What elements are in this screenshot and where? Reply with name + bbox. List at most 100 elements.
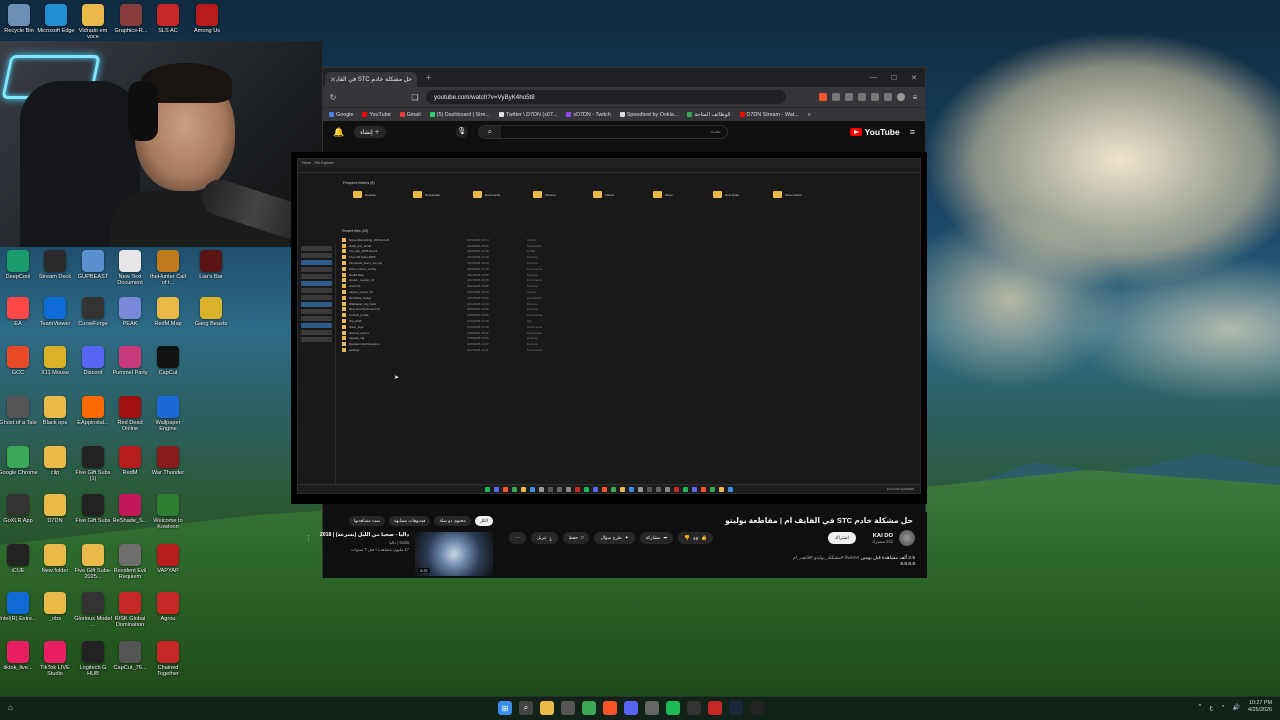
video-player[interactable]: Home - File Explorer Frequent folders (8…	[291, 152, 927, 504]
volume-icon[interactable]: 🔊	[1233, 704, 1240, 711]
desktop-shortcut[interactable]: Ghost of a Tale	[0, 396, 37, 426]
desktop-shortcut[interactable]: D7DN	[36, 494, 74, 524]
video-hashtags[interactable]: #fivem #مشكلة_بوليتو #فايف_ام	[793, 556, 859, 561]
desktop-shortcut[interactable]: TikTok LIVE Studio	[36, 641, 74, 677]
desktop-shortcut[interactable]: ReShade_S...	[111, 494, 149, 524]
share-button[interactable]: مشاركة ➦	[639, 532, 674, 544]
desktop-shortcut[interactable]: Discord	[74, 346, 112, 376]
explorer-nav-item[interactable]	[301, 309, 332, 314]
spotify-icon[interactable]	[666, 701, 680, 715]
desktop-shortcut[interactable]: Welcome to Kowloon	[149, 494, 187, 530]
desktop-shortcut[interactable]: Pummel Party	[111, 346, 149, 376]
desktop-shortcut[interactable]: TeamViewer	[36, 297, 74, 327]
quick-access-folder[interactable]: Documents	[473, 191, 503, 198]
recommendation-chip[interactable]: تمت مشاهدتها	[348, 516, 385, 526]
desktop-shortcut[interactable]: Stream Deck	[36, 250, 74, 280]
desktop-shortcut[interactable]: Graphics-R...	[112, 4, 150, 34]
explorer-nav-item[interactable]	[301, 295, 332, 300]
desktop-shortcut[interactable]: Logitech G HUB	[74, 641, 112, 677]
extension-icon[interactable]	[845, 92, 853, 101]
bookmark-item[interactable]: (5) Dashboard | Stre...	[429, 112, 490, 118]
profile-icon[interactable]	[897, 92, 905, 101]
explorer-nav-item[interactable]	[301, 330, 332, 335]
recommendation-title[interactable]: داليا - صحيا من الليل (بسرعة) | 2018	[319, 532, 409, 538]
desktop-shortcut[interactable]: Liar's Bar	[192, 250, 230, 280]
file-explorer-icon[interactable]	[540, 701, 554, 715]
download-button[interactable]: تنزيل ⤓	[530, 532, 558, 544]
more-actions-icon[interactable]: ⋯	[509, 532, 526, 544]
steam-icon[interactable]	[729, 701, 743, 715]
tray-chevron-icon[interactable]: ^	[1198, 704, 1201, 710]
desktop-shortcut[interactable]: clip	[36, 446, 74, 476]
desktop-shortcut[interactable]: DeepCool	[0, 250, 37, 280]
extension-icon[interactable]	[884, 92, 892, 101]
youtube-logo[interactable]: YouTube	[849, 127, 900, 137]
desktop-shortcut[interactable]: GCC	[0, 346, 37, 376]
app-icon[interactable]	[645, 701, 659, 715]
desktop-shortcut[interactable]: X11 Mouse	[36, 346, 74, 376]
desktop-shortcut[interactable]: CurseForge	[74, 297, 112, 327]
recommendation-chip[interactable]: محتوى ذو صلة	[434, 516, 471, 526]
desktop-shortcut[interactable]: New folder	[36, 544, 74, 574]
explorer-nav-item[interactable]	[301, 337, 332, 342]
close-window-icon[interactable]: ✕	[911, 74, 917, 82]
desktop-shortcut[interactable]: War Thunder	[149, 446, 187, 476]
desktop-shortcut[interactable]: Five Gift Subs-2025...	[74, 544, 112, 580]
desktop-shortcut[interactable]: Five Gift Subs (1)	[74, 446, 112, 482]
clock[interactable]: 10:27 PM 4/25/2026	[1248, 700, 1272, 714]
channel-avatar[interactable]	[899, 530, 915, 546]
new-tab-icon[interactable]: ＋	[425, 73, 432, 83]
extension-icon[interactable]	[819, 92, 827, 101]
desktop-shortcut[interactable]: SLS AC	[149, 4, 187, 34]
bookmark-item[interactable]: Speedtest by Ookla...	[619, 112, 678, 118]
bookmarks-overflow-icon[interactable]: »	[808, 112, 811, 118]
explorer-nav-item[interactable]	[301, 267, 332, 272]
create-button[interactable]: إنشاء ＋	[354, 126, 386, 138]
discord-icon[interactable]	[624, 701, 638, 715]
desktop-shortcut[interactable]: tiktok_live...	[0, 641, 37, 671]
bookmark-item[interactable]: D7DN Stream - Wat...	[739, 112, 799, 118]
desktop-shortcut[interactable]: theHunter Call of t...	[149, 250, 187, 286]
search-icon[interactable]: ⌕	[519, 701, 533, 715]
maximize-icon[interactable]: ☐	[891, 74, 897, 82]
desktop-shortcut[interactable]: EAppinstal...	[74, 396, 112, 426]
explorer-nav-item[interactable]	[301, 288, 332, 293]
save-button[interactable]: حفظ ⌑	[562, 532, 590, 544]
recommendation-channel[interactable]: Dalia | داليا	[319, 540, 409, 545]
desktop-shortcut[interactable]: RedM	[111, 446, 149, 476]
tab-youtube-video[interactable]: ✕ حل مشكلة خادم STC في الفايف ام	[325, 72, 417, 87]
hamburger-menu-icon[interactable]: ≡	[910, 127, 915, 137]
desktop-shortcut[interactable]: GUPBEAST	[74, 250, 112, 280]
desktop-shortcut[interactable]: EA	[0, 297, 37, 327]
explorer-nav-item[interactable]	[301, 281, 332, 286]
explorer-nav-item[interactable]	[301, 302, 332, 307]
explorer-nav-item[interactable]	[301, 316, 332, 321]
explorer-nav-item[interactable]	[301, 253, 332, 258]
desktop-shortcut[interactable]: Recycle Bin	[0, 4, 38, 34]
desktop-shortcut[interactable]: iCUE	[0, 544, 37, 574]
desktop-shortcut[interactable]: GoXLR App	[0, 494, 37, 524]
bookmark-item[interactable]: xD7DN - Twitch	[566, 112, 611, 118]
quick-access-folder[interactable]: Screenshots	[773, 191, 803, 198]
like-icon[interactable]: 👍	[701, 535, 707, 541]
desktop-shortcut[interactable]: Chained Together	[149, 641, 187, 677]
bookmark-item[interactable]: الوظائف المتاحة	[687, 112, 731, 118]
bookmark-item[interactable]: Google	[329, 112, 353, 118]
extension-icon[interactable]	[871, 92, 879, 101]
more-options-icon[interactable]: ⋮	[305, 534, 312, 542]
quick-access-folder[interactable]: Downloads	[413, 191, 443, 198]
desktop-shortcut[interactable]: Microsoft Edge	[37, 4, 75, 34]
extension-icon[interactable]	[832, 92, 840, 101]
recommendation-chip[interactable]: فيديوهات مشابهة	[388, 516, 431, 526]
widgets-icon[interactable]: ⌂	[8, 703, 13, 712]
explorer-nav-item[interactable]	[301, 274, 332, 279]
ask-button[interactable]: طرح سؤال ✦	[594, 532, 635, 544]
notifications-icon[interactable]: 🔔	[333, 127, 344, 138]
quick-access-folder[interactable]: Desktop	[353, 191, 383, 198]
desktop-shortcut[interactable]: CapCut	[149, 346, 187, 376]
taskview-icon[interactable]	[561, 701, 575, 715]
desktop-shortcut[interactable]: PEAK	[111, 297, 149, 327]
network-icon[interactable]: ◔	[1221, 704, 1225, 710]
address-bar[interactable]: youtube.com/watch?v=VyByK4ho5t8	[426, 90, 786, 104]
desktop-shortcut[interactable]: Vidrado em voce	[74, 4, 112, 40]
